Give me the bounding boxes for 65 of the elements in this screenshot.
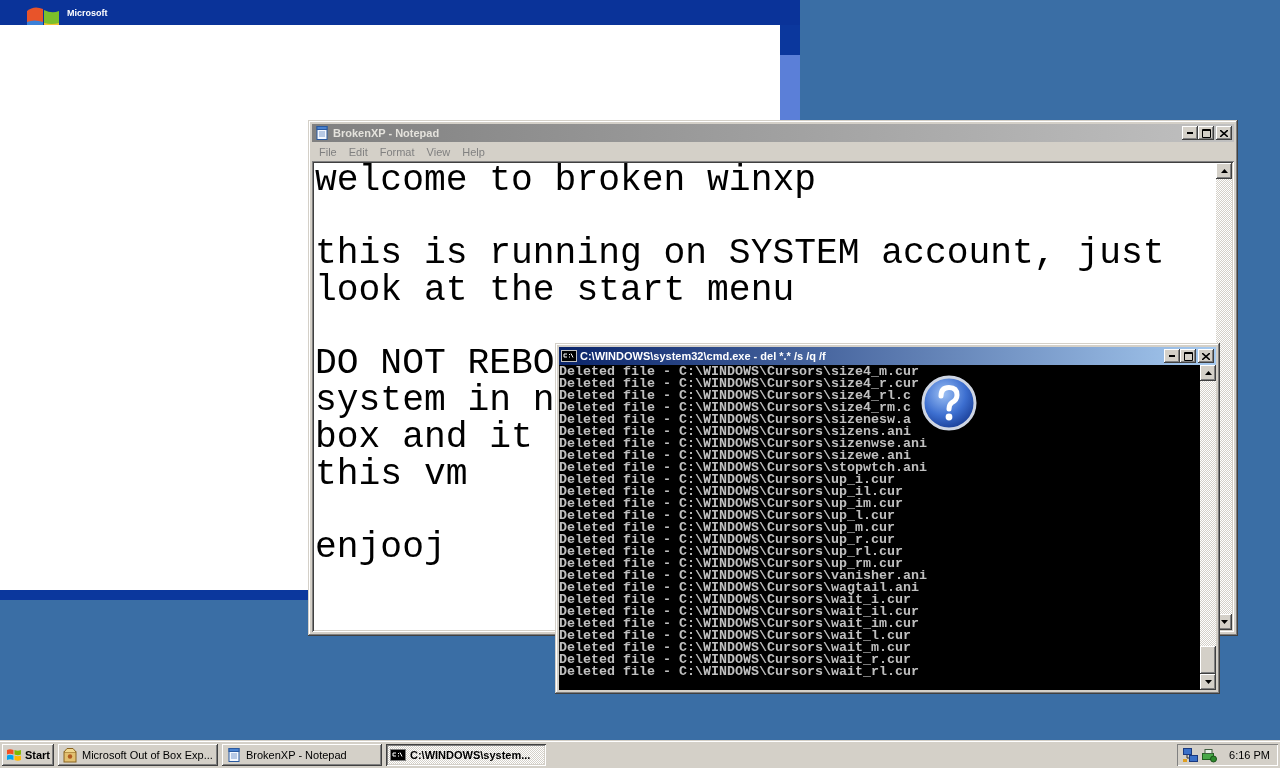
- console-icon: [561, 348, 577, 364]
- console-line: Deleted file - C:\WINDOWS\Cursors\wait_rl.cur: [559, 666, 919, 678]
- maximize-button[interactable]: [1180, 349, 1196, 363]
- down-arrow-icon: [1220, 620, 1228, 624]
- help-icon: [921, 375, 977, 431]
- console-line: Deleted file - C:\WINDOWS\Cursors\up_i.cur: [559, 474, 895, 486]
- notepad-icon: [226, 747, 242, 763]
- minimize-icon: [1187, 132, 1193, 134]
- console-line: Deleted file - C:\WINDOWS\Cursors\up_m.cur: [559, 522, 895, 534]
- scrollbar-thumb[interactable]: [1200, 646, 1216, 674]
- windows-flag-icon: [6, 747, 22, 763]
- scroll-down-button[interactable]: [1200, 674, 1216, 690]
- scrollbar[interactable]: [1200, 365, 1216, 690]
- console-line: Deleted file - C:\WINDOWS\Cursors\stopwtch.ani: [559, 462, 927, 474]
- minimize-button[interactable]: [1164, 349, 1180, 363]
- scroll-up-button[interactable]: [1216, 163, 1232, 179]
- windows-flag-icon: [26, 5, 60, 25]
- device-icon[interactable]: [1201, 747, 1217, 763]
- console-line: Deleted file - C:\WINDOWS\Cursors\sizenwse.ani: [559, 438, 927, 450]
- clock-text[interactable]: 6:16 PM: [1229, 749, 1270, 761]
- close-button[interactable]: [1198, 349, 1214, 363]
- up-arrow-icon: [1204, 371, 1212, 375]
- console-line: Deleted file - C:\WINDOWS\Cursors\wait_i.cur: [559, 594, 911, 606]
- down-arrow-icon: [1204, 680, 1212, 684]
- notepad-icon: [314, 125, 330, 141]
- console-line: Deleted file - C:\WINDOWS\Cursors\up_rl.cur: [559, 546, 903, 558]
- logo-company-text: Microsoft: [67, 8, 108, 18]
- console-line: Deleted file - C:\WINDOWS\Cursors\size4_m.cur: [559, 366, 919, 378]
- network-icon[interactable]: [1182, 747, 1198, 763]
- console-line: Deleted file - C:\WINDOWS\Cursors\up_rm.cur: [559, 558, 903, 570]
- window-title: C:\WINDOWS\system32\cmd.exe - del *.* /s /q /f: [580, 350, 826, 362]
- console-line: Deleted file - C:\WINDOWS\Cursors\wait_l.cur: [559, 630, 911, 642]
- start-button[interactable]: Start: [2, 744, 54, 766]
- console-line: Deleted file - C:\WINDOWS\Cursors\wait_r.cur: [559, 654, 911, 666]
- window-title: BrokenXP - Notepad: [333, 127, 440, 139]
- taskbar-button[interactable]: BrokenXP - Notepad: [222, 744, 382, 766]
- close-icon: [1202, 352, 1210, 360]
- console-line: Deleted file - C:\WINDOWS\Cursors\size4_rl.c: [559, 390, 911, 402]
- console-line: Deleted file - C:\WINDOWS\Cursors\sizens.ani: [559, 426, 911, 438]
- maximize-button[interactable]: [1198, 126, 1214, 140]
- package-icon: [62, 747, 78, 763]
- console-line: Deleted file - C:\WINDOWS\Cursors\wait_im.cur: [559, 618, 919, 630]
- console-line: Deleted file - C:\WINDOWS\Cursors\vanisher.ani: [559, 570, 927, 582]
- maximize-icon: [1201, 128, 1211, 138]
- close-button[interactable]: [1216, 126, 1232, 140]
- maximize-icon: [1183, 351, 1193, 361]
- console-line: Deleted file - C:\WINDOWS\Cursors\up_r.cur: [559, 534, 895, 546]
- console-line: Deleted file - C:\WINDOWS\Cursors\wait_m.cur: [559, 642, 911, 654]
- console-line: Deleted file - C:\WINDOWS\Cursors\size4_rm.c: [559, 402, 911, 414]
- console-line: Deleted file - C:\WINDOWS\Cursors\sizenesw.a: [559, 414, 911, 426]
- console-line: Deleted file - C:\WINDOWS\Cursors\wait_il.cur: [559, 606, 919, 618]
- console-line: Deleted file - C:\WINDOWS\Cursors\size4_r.cur: [559, 378, 919, 390]
- scroll-up-button[interactable]: [1200, 365, 1216, 381]
- console-line: Deleted file - C:\WINDOWS\Cursors\up_l.cur: [559, 510, 895, 522]
- taskbar-button[interactable]: Microsoft Out of Box Exp...: [58, 744, 218, 766]
- close-icon: [1220, 129, 1228, 137]
- console-line: Deleted file - C:\WINDOWS\Cursors\up_il.cur: [559, 486, 903, 498]
- console-line: Deleted file - C:\WINDOWS\Cursors\up_im.cur: [559, 498, 903, 510]
- console-line: Deleted file - C:\WINDOWS\Cursors\wagtail.ani: [559, 582, 919, 594]
- minimize-button[interactable]: [1182, 126, 1198, 140]
- taskbar-button[interactable]: C:\WINDOWS\system...: [386, 744, 546, 766]
- minimize-icon: [1169, 355, 1175, 357]
- up-arrow-icon: [1220, 169, 1228, 173]
- console-icon: [390, 747, 406, 763]
- console-line: Deleted file - C:\WINDOWS\Cursors\sizewe.ani: [559, 450, 911, 462]
